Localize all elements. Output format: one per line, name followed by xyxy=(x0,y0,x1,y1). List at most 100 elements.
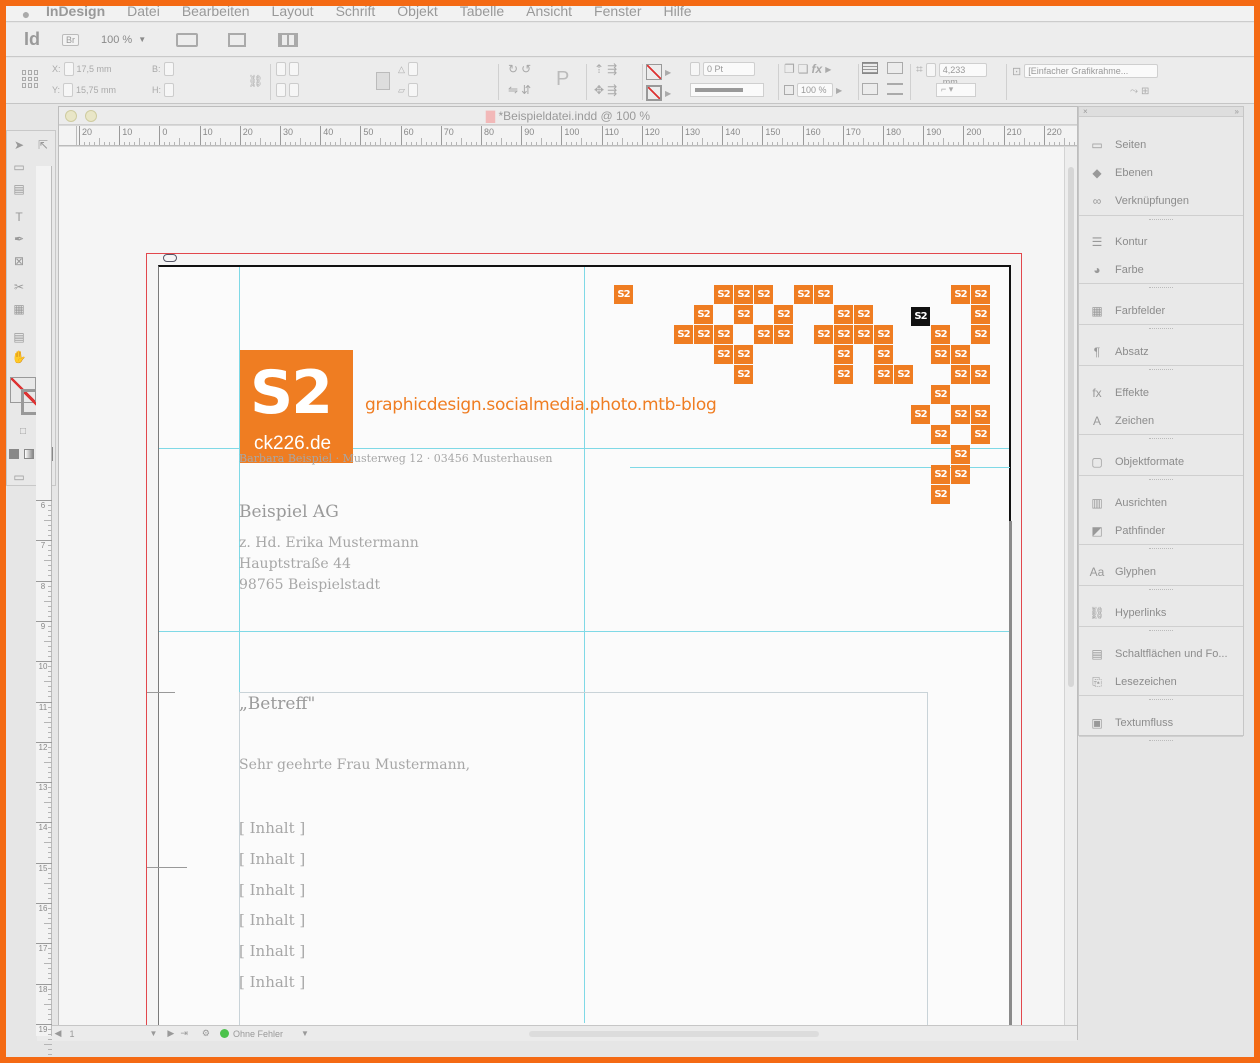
type-tool-icon[interactable]: T xyxy=(11,209,27,225)
panel-grip[interactable] xyxy=(1149,740,1173,743)
panel-item[interactable]: ◩ Pathfinder xyxy=(1087,521,1165,541)
chevron-right-icon[interactable]: ▶ xyxy=(665,68,671,77)
close-window-button[interactable] xyxy=(65,110,77,122)
pattern-pixel[interactable]: S2 xyxy=(971,425,990,444)
recipient-company[interactable]: Beispiel AG xyxy=(239,502,339,522)
content-collector-icon[interactable]: ▤ xyxy=(11,181,27,197)
fx-icon[interactable]: fx xyxy=(812,62,823,76)
chevron-right-icon[interactable]: ▶ xyxy=(825,65,831,74)
corner-size-field[interactable]: 4,233 mm xyxy=(938,62,987,87)
pattern-pixel[interactable]: S2 xyxy=(951,465,970,484)
panel-grip[interactable] xyxy=(1149,630,1173,633)
horizontal-ruler[interactable]: 20 10 0 10 20 30 40 50 60 70 80 90 100 110 120 130 140 15… xyxy=(77,126,1077,146)
rotate-ccw-icon[interactable]: ↺ xyxy=(521,62,531,76)
reference-point-icon[interactable] xyxy=(22,70,40,88)
preflight-status[interactable]: Ohne Fehler xyxy=(233,1029,283,1039)
pattern-pixel[interactable]: S2 xyxy=(754,285,773,304)
pattern-pixel[interactable]: S2 xyxy=(911,405,930,424)
pattern-pixel[interactable]: S2 xyxy=(971,325,990,344)
scroll-thumb[interactable] xyxy=(1068,167,1074,687)
pattern-pixel[interactable]: S2 xyxy=(834,345,853,364)
panel-item[interactable]: ▥ Ausrichten xyxy=(1087,493,1167,513)
body-text-frame[interactable] xyxy=(239,692,928,1025)
select-container-icon[interactable]: ⇡ xyxy=(594,62,604,76)
fill-swatch-icon[interactable] xyxy=(646,64,662,80)
pattern-pixel[interactable]: S2 xyxy=(694,325,713,344)
formatting-container-icon[interactable]: □ xyxy=(15,423,31,439)
panel-item[interactable]: ▭ Seiten xyxy=(1087,135,1146,155)
text-wrap-none-icon[interactable] xyxy=(862,62,878,74)
menu-fenster[interactable]: Fenster xyxy=(594,6,641,18)
pattern-pixel[interactable]: S2 xyxy=(894,365,913,384)
menu-hilfe[interactable]: Hilfe xyxy=(664,6,692,18)
vertical-scrollbar[interactable] xyxy=(1064,147,1077,1025)
flip-h-icon[interactable]: ⇋ xyxy=(508,83,518,97)
pattern-pixel[interactable]: S2 xyxy=(674,325,693,344)
rotate-cw-icon[interactable]: ↻ xyxy=(508,62,518,76)
content-line[interactable]: [ Inhalt ] xyxy=(239,973,305,991)
scale-y-stepper[interactable] xyxy=(276,83,286,97)
panel-item[interactable]: A Zeichen xyxy=(1087,411,1154,431)
menu-datei[interactable]: Datei xyxy=(127,6,160,18)
pattern-pixel[interactable]: S2 xyxy=(774,305,793,324)
panel-item[interactable]: ¶ Absatz xyxy=(1087,342,1149,362)
recipient-attn[interactable]: z. Hd. Erika Mustermann xyxy=(239,535,419,551)
pattern-pixel[interactable]: S2 xyxy=(734,305,753,324)
subject-line[interactable]: „Betreff" xyxy=(239,694,315,714)
note-tool-icon[interactable]: ▤ xyxy=(11,329,27,345)
stroke-swatch-icon[interactable] xyxy=(646,85,662,101)
tagline[interactable]: graphicdesign.socialmedia.photo.mtb-blog xyxy=(365,395,717,415)
pattern-pixel[interactable]: S2 xyxy=(931,345,950,364)
pattern-pixel[interactable]: S2 xyxy=(734,365,753,384)
pattern-pixel[interactable]: S2 xyxy=(734,285,753,304)
chevron-down-icon[interactable]: ▼ xyxy=(301,1029,309,1038)
panel-item[interactable]: ∞ Verknüpfungen xyxy=(1087,191,1189,211)
opacity-field[interactable]: 100 % xyxy=(797,83,833,97)
chevron-right-icon[interactable]: ▶ xyxy=(836,86,842,95)
y-field[interactable]: 15,75 mm xyxy=(76,85,116,95)
pattern-pixel[interactable]: S2 xyxy=(971,365,990,384)
text-wrap-box-icon[interactable] xyxy=(887,62,903,74)
pattern-pixel[interactable]: S2 xyxy=(614,285,633,304)
chevron-right-icon[interactable]: ▶ xyxy=(665,89,671,98)
bridge-button[interactable]: Br xyxy=(62,33,79,46)
collapse-icon[interactable]: » xyxy=(1235,107,1239,116)
pattern-pixel[interactable]: S2 xyxy=(694,305,713,324)
last-page-icon[interactable]: ⇥ xyxy=(180,1028,188,1039)
panel-grip[interactable] xyxy=(1149,548,1173,551)
corner-shape-dropdown[interactable]: ⌐ ▾ xyxy=(936,83,976,97)
pattern-pixel[interactable]: S2 xyxy=(834,365,853,384)
pattern-pixel[interactable]: S2 xyxy=(931,425,950,444)
pattern-pixel[interactable]: S2 xyxy=(931,485,950,504)
shear-stepper[interactable] xyxy=(407,83,418,97)
pattern-pixel[interactable]: S2 xyxy=(931,465,950,484)
page-tool-icon[interactable]: ▭ xyxy=(11,159,27,175)
width-stepper[interactable] xyxy=(163,62,174,76)
text-wrap-jump-icon[interactable] xyxy=(887,83,903,95)
new-style-icon[interactable]: ⊞ xyxy=(1141,86,1149,97)
panel-item[interactable]: ◕ Farbe xyxy=(1087,260,1143,280)
pattern-pixel[interactable]: S2 xyxy=(734,345,753,364)
pattern-pixel[interactable]: S2 xyxy=(931,385,950,404)
panel-dock-header[interactable]: ×» xyxy=(1079,107,1243,117)
panel-item[interactable]: fx Effekte xyxy=(1087,383,1149,403)
scissors-tool-icon[interactable]: ✂ xyxy=(11,279,27,295)
panel-item[interactable]: ⛓ Hyperlinks xyxy=(1087,603,1166,623)
horizontal-scrollbar[interactable] xyxy=(528,1030,819,1037)
view-options-button[interactable] xyxy=(176,32,199,47)
content-line[interactable]: [ Inhalt ] xyxy=(239,942,305,960)
text-wrap-shape-icon[interactable] xyxy=(862,83,878,95)
panel-item[interactable]: Aa Glyphen xyxy=(1087,562,1156,582)
menu-bearbeiten[interactable]: Bearbeiten xyxy=(182,6,250,18)
pattern-pixel[interactable]: S2 xyxy=(834,325,853,344)
panel-item[interactable]: ⎘ Lesezeichen xyxy=(1087,672,1177,692)
panel-item[interactable]: ▤ Schaltflächen und Fo... xyxy=(1087,644,1227,664)
pattern-pixel[interactable]: S2 xyxy=(834,305,853,324)
apply-gradient-icon[interactable] xyxy=(24,449,34,459)
content-line[interactable]: [ Inhalt ] xyxy=(239,881,305,899)
arrange-documents-button[interactable] xyxy=(278,32,299,47)
menu-objekt[interactable]: Objekt xyxy=(397,6,437,18)
rotate-stepper[interactable] xyxy=(407,62,418,76)
previous-page-icon[interactable]: ◀ xyxy=(55,1028,62,1039)
pattern-pixel[interactable]: S2 xyxy=(971,305,990,324)
